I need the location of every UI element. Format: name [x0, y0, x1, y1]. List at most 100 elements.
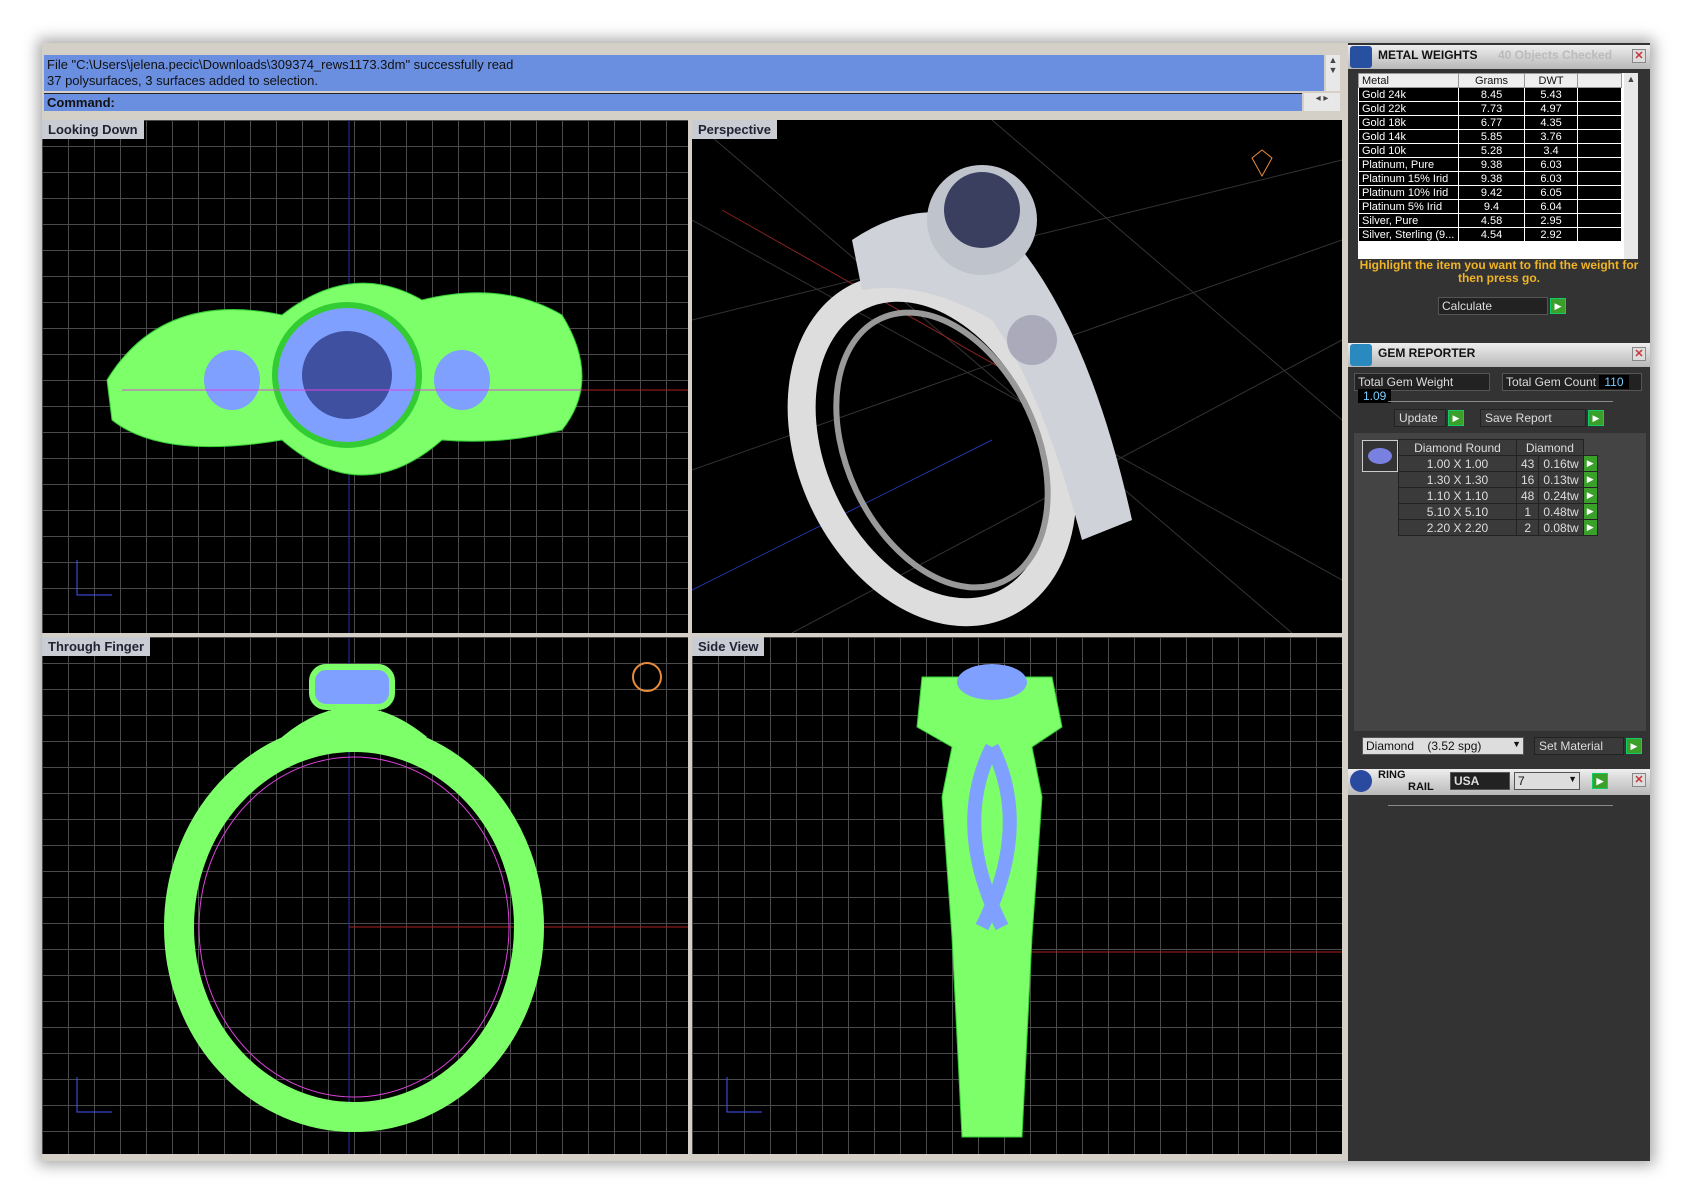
- calculate-field[interactable]: Calculate: [1438, 297, 1548, 315]
- viewport-side-view[interactable]: Side View: [692, 637, 1342, 1154]
- gem-go-button[interactable]: ▶: [1582, 471, 1598, 488]
- size-select[interactable]: 7 ▼: [1514, 772, 1580, 790]
- table-cell: 6.05: [1524, 185, 1578, 200]
- viewport-through-finger[interactable]: Through Finger: [42, 637, 688, 1154]
- cone-icon: [1350, 46, 1372, 68]
- set-material-go-button[interactable]: ▶: [1626, 738, 1642, 754]
- table-cell: 0.24tw: [1538, 487, 1584, 504]
- history-line: File "C:\Users\jelena.pecic\Downloads\30…: [47, 57, 514, 72]
- plugin-panel: METAL WEIGHTS 40 Objects Checked ✕ Metal…: [1348, 43, 1650, 1161]
- value: 1.09: [1358, 389, 1392, 403]
- save-report-go-button[interactable]: ▶: [1588, 410, 1604, 426]
- splitter[interactable]: [1388, 401, 1613, 402]
- column-header: Diamond Round: [1398, 439, 1517, 456]
- close-icon[interactable]: ✕: [1632, 347, 1646, 361]
- viewport-label[interactable]: Through Finger: [42, 637, 151, 656]
- command-input[interactable]: Command:: [44, 93, 1302, 111]
- ring-rail-header: RING RAIL USA 7 ▼ ▶ ✕: [1348, 769, 1650, 795]
- table-row[interactable]: Platinum 15% Irid 9.38 6.03: [1358, 171, 1622, 186]
- gem-row[interactable]: 5.10 X 5.10 1 0.48tw ▶: [1398, 503, 1598, 520]
- history-scrollbar[interactable]: ▲ ▼: [1326, 55, 1340, 91]
- table-cell: [1577, 157, 1622, 172]
- table-row[interactable]: Gold 10k 5.28 3.4: [1358, 143, 1622, 158]
- column-header[interactable]: DWT: [1524, 73, 1578, 88]
- set-material-button[interactable]: Set Material: [1534, 737, 1624, 755]
- panel-title: RAIL: [1408, 781, 1434, 793]
- command-area: File "C:\Users\jelena.pecic\Downloads\30…: [42, 53, 1342, 115]
- gem-table[interactable]: Diamond Round Diamond 1.00 X 1.00 43 0.16tw…: [1398, 439, 1598, 536]
- gem-go-button[interactable]: ▶: [1582, 487, 1598, 504]
- report-icon: [1350, 344, 1372, 366]
- ring-icon: [1350, 770, 1372, 792]
- table-cell: [1577, 87, 1622, 102]
- table-cell: [1577, 227, 1622, 242]
- table-cell: 6.03: [1524, 171, 1578, 186]
- table-cell: 8.45: [1457, 87, 1526, 102]
- gem-row[interactable]: 1.10 X 1.10 48 0.24tw ▶: [1398, 487, 1598, 504]
- instruction-text: Highlight the item you want to find the …: [1359, 258, 1639, 285]
- metal-weights-header: METAL WEIGHTS 40 Objects Checked ✕: [1348, 45, 1650, 69]
- gem-row[interactable]: 1.00 X 1.00 43 0.16tw ▶: [1398, 455, 1598, 472]
- viewport-looking-down[interactable]: Looking Down: [42, 120, 688, 633]
- gem-go-button[interactable]: ▶: [1582, 455, 1598, 472]
- gem-go-button[interactable]: ▶: [1582, 519, 1598, 536]
- table-row[interactable]: Platinum, Pure 9.38 6.03: [1358, 157, 1622, 172]
- table-cell: 9.4: [1457, 199, 1526, 214]
- table-row[interactable]: Silver, Pure 4.58 2.95: [1358, 213, 1622, 228]
- ring-rail-go-button[interactable]: ▶: [1592, 773, 1608, 789]
- table-cell: [1577, 199, 1622, 214]
- table-cell: [1577, 115, 1622, 130]
- save-report-button[interactable]: Save Report: [1480, 409, 1586, 427]
- table-cell: 16: [1515, 471, 1540, 488]
- gem-row[interactable]: 2.20 X 2.20 2 0.08tw ▶: [1398, 519, 1598, 536]
- update-go-button[interactable]: ▶: [1448, 410, 1464, 426]
- material-select[interactable]: Diamond (3.52 spg) ▼: [1362, 737, 1524, 755]
- history-line: 37 polysurfaces, 3 surfaces added to sel…: [47, 73, 318, 88]
- table-row[interactable]: Gold 18k 6.77 4.35: [1358, 115, 1622, 130]
- table-cell: 5.10 X 5.10: [1398, 503, 1517, 520]
- table-cell: Platinum, Pure: [1358, 157, 1459, 172]
- close-icon[interactable]: ✕: [1632, 773, 1646, 787]
- command-nav[interactable]: ◂ ▸: [1304, 93, 1340, 111]
- table-row[interactable]: Platinum 10% Irid 9.42 6.05: [1358, 185, 1622, 200]
- splitter[interactable]: [1388, 805, 1613, 806]
- total-gem-weight: Total Gem Weight 1.09: [1354, 373, 1490, 403]
- selected-value: 7: [1518, 774, 1525, 788]
- table-row[interactable]: Platinum 5% Irid 9.4 6.04: [1358, 199, 1622, 214]
- table-cell: Gold 22k: [1358, 101, 1459, 116]
- table-cell: Platinum 10% Irid: [1358, 185, 1459, 200]
- table-row[interactable]: Gold 24k 8.45 5.43: [1358, 87, 1622, 102]
- table-row[interactable]: Gold 14k 5.85 3.76: [1358, 129, 1622, 144]
- column-header[interactable]: Metal: [1358, 73, 1459, 88]
- gem-reporter-header: GEM REPORTER ✕: [1348, 343, 1650, 367]
- metal-weights-table[interactable]: Metal Grams DWT Gold 24k 8.45 5.43 Gold 22k 7.…: [1358, 73, 1638, 259]
- table-cell: 3.4: [1524, 143, 1578, 158]
- app-window: File "C:\Users\jelena.pecic\Downloads\30…: [42, 43, 1650, 1161]
- column-header: [1577, 73, 1622, 88]
- chevron-down-icon[interactable]: ▼: [1512, 739, 1521, 749]
- viewport-label[interactable]: Looking Down: [42, 120, 144, 139]
- table-cell: 9.42: [1457, 185, 1526, 200]
- table-cell: 1.00 X 1.00: [1398, 455, 1517, 472]
- calculate-go-button[interactable]: ▶: [1550, 298, 1566, 314]
- viewport-label[interactable]: Perspective: [692, 120, 777, 139]
- chevron-down-icon[interactable]: ▼: [1568, 774, 1577, 784]
- gem-go-button[interactable]: ▶: [1582, 503, 1598, 520]
- table-cell: 2.95: [1524, 213, 1578, 228]
- close-icon[interactable]: ✕: [1632, 49, 1646, 63]
- gem-row[interactable]: 1.30 X 1.30 16 0.13tw ▶: [1398, 471, 1598, 488]
- table-cell: 2.20 X 2.20: [1398, 519, 1517, 536]
- viewport-label[interactable]: Side View: [692, 637, 765, 656]
- column-header: Diamond: [1516, 439, 1584, 456]
- viewport-perspective[interactable]: Perspective: [692, 120, 1342, 633]
- panel-title: METAL WEIGHTS: [1378, 48, 1478, 62]
- table-cell: 3.76: [1524, 129, 1578, 144]
- table-cell: 6.04: [1524, 199, 1578, 214]
- table-cell: 4.35: [1524, 115, 1578, 130]
- table-scrollbar[interactable]: ▲: [1624, 73, 1638, 259]
- column-header[interactable]: Grams: [1457, 73, 1526, 88]
- update-button[interactable]: Update: [1394, 409, 1446, 427]
- table-row[interactable]: Silver, Sterling (9... 4.54 2.92: [1358, 227, 1622, 242]
- table-row[interactable]: Gold 22k 7.73 4.97: [1358, 101, 1622, 116]
- country-field[interactable]: USA: [1450, 772, 1510, 790]
